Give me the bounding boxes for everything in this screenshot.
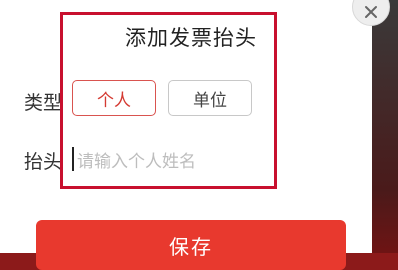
invoice-header-dialog: 添加发票抬头 类型 个人 单位 抬头 请输入个人姓名 保存	[0, 0, 372, 270]
close-icon	[365, 6, 377, 18]
type-option-personal[interactable]: 个人	[72, 80, 156, 116]
save-button-label: 保存	[169, 235, 213, 259]
text-caret	[72, 147, 74, 171]
header-name-placeholder: 请输入个人姓名	[77, 151, 196, 172]
type-option-company-label: 单位	[193, 90, 227, 111]
type-option-company[interactable]: 单位	[168, 80, 252, 116]
header-name-input[interactable]: 请输入个人姓名	[72, 142, 272, 176]
dialog-title: 添加发票抬头	[125, 26, 257, 50]
save-button[interactable]: 保存	[36, 220, 346, 270]
header-label: 抬头	[24, 151, 63, 173]
type-option-personal-label: 个人	[97, 90, 131, 111]
type-label: 类型	[24, 92, 63, 114]
